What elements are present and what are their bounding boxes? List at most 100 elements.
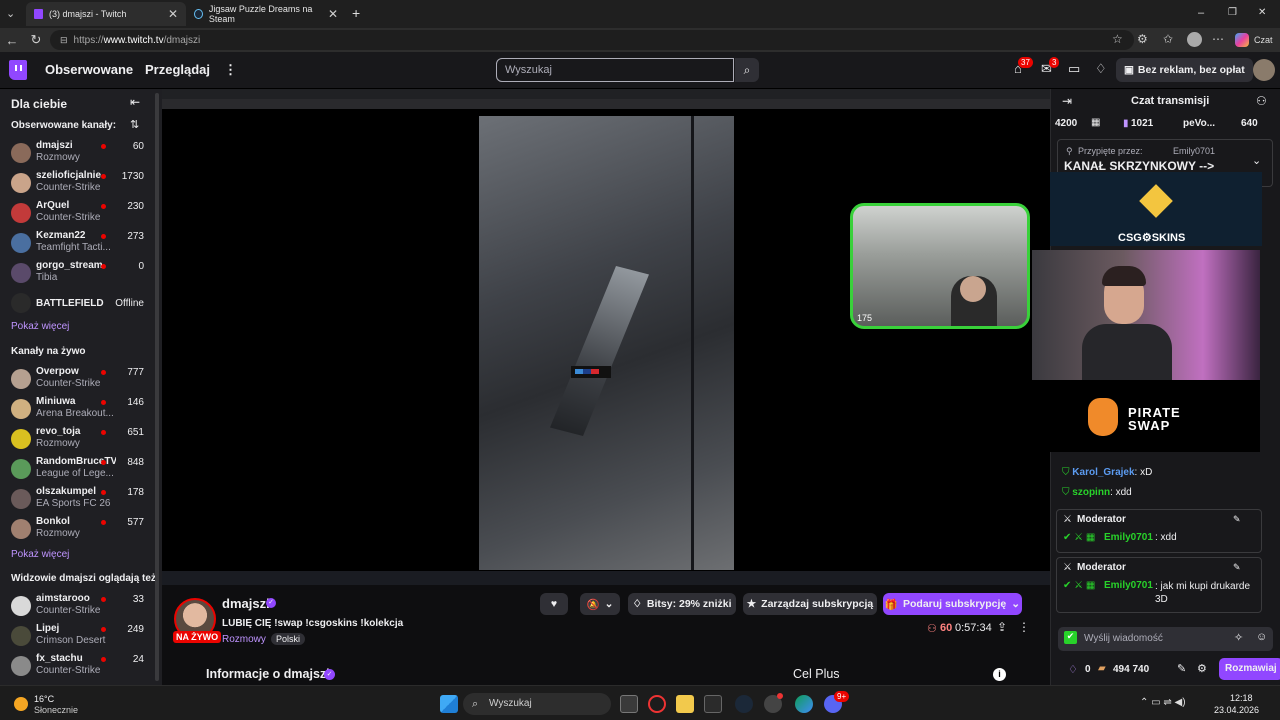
chat-input[interactable]: ✔ Wyślij wiadomość ✧ ☺	[1058, 627, 1273, 651]
search-input[interactable]: Wyszukaj	[496, 58, 734, 82]
close-tab-icon[interactable]: ✕	[328, 7, 338, 21]
notification-button[interactable]: 🔕 ⌄	[580, 593, 620, 615]
gift-icon: 🎁	[884, 598, 898, 611]
close-window-button[interactable]: ✕	[1258, 7, 1266, 18]
sidebar-channel[interactable]: Lipej Crimson Desert 249	[0, 622, 162, 652]
chat-username[interactable]: szopinn	[1072, 487, 1110, 498]
store-icon[interactable]	[704, 695, 722, 713]
chat-message: ⛉ Karol_Grajek: xD	[1062, 467, 1152, 478]
opera-icon[interactable]	[648, 695, 666, 713]
sidebar-channel[interactable]: BATTLEFIELD Offline	[0, 289, 162, 319]
pen-icon[interactable]: ✎	[1177, 662, 1186, 675]
streamer-name[interactable]: dmajszi	[222, 596, 270, 611]
show-more-live[interactable]: Pokaż więcej	[11, 549, 69, 560]
collapse-sidebar-icon[interactable]: ⇤	[130, 95, 140, 109]
sidebar-channel[interactable]: aimstarooo Counter-Strike 33	[0, 592, 162, 622]
car-photo	[479, 116, 734, 570]
language-tag[interactable]: Polski	[271, 633, 306, 645]
sidebar-channel[interactable]: olszakumpel EA Sports FC 26 178	[0, 485, 162, 515]
edge-icon[interactable]	[795, 695, 813, 713]
close-tab-icon[interactable]: ✕	[168, 7, 178, 21]
nav-followed[interactable]: Obserwowane	[45, 62, 133, 77]
url-field[interactable]: ⊟ https://www.twitch.tv/dmajszi	[50, 30, 1134, 50]
copilot-label[interactable]: Czat	[1254, 35, 1273, 45]
site-info-icon[interactable]: ⊟	[60, 35, 68, 46]
chat-send-button[interactable]: Rozmawiaj	[1219, 658, 1280, 680]
task-view-icon[interactable]	[620, 695, 638, 713]
search-button[interactable]: ⌕	[735, 58, 759, 82]
sidebar-channel[interactable]: szelioficjalnie Counter-Strike 1730	[0, 169, 162, 199]
weather-sun-icon[interactable]	[14, 697, 28, 711]
back-icon[interactable]: ←	[0, 33, 24, 48]
user-avatar[interactable]	[1253, 59, 1275, 81]
menu-dots-icon[interactable]: ⋯	[1212, 32, 1224, 46]
sidebar-scrollbar[interactable]	[155, 93, 159, 681]
twitch-logo-icon[interactable]	[9, 60, 27, 80]
bitsy-button[interactable]: ♢ Bitsy: 29% zniżki	[628, 593, 736, 615]
sidebar-channel[interactable]: Miniuwa Arena Breakout... 146	[0, 395, 162, 425]
emoji-icon[interactable]: ☺	[1256, 631, 1267, 643]
channel-category: League of Lege...	[36, 468, 114, 479]
messages-icon[interactable]: ▭	[1068, 61, 1080, 77]
tv-icon: ▣	[1124, 64, 1134, 76]
minimize-button[interactable]: –	[1198, 7, 1204, 19]
tray-icons[interactable]: ⌃ ▭ ⇌ ◀)	[1140, 697, 1186, 708]
gift-sub-button[interactable]: 🎁 Podaruj subskrypcję ⌄	[883, 593, 1022, 615]
steam-icon[interactable]	[735, 695, 753, 713]
settings-icon[interactable]: ⚙	[1197, 662, 1207, 675]
no-ads-button[interactable]: ▣ Bez reklam, bez opłat	[1116, 58, 1253, 82]
more-options-icon[interactable]: ⋮	[1018, 620, 1030, 634]
taskbar-search[interactable]: ⌕ Wyszukaj	[463, 693, 611, 715]
nav-more-icon[interactable]: ⋮	[224, 62, 237, 78]
tab-steam[interactable]: Jigsaw Puzzle Dreams na Steam ✕	[186, 2, 346, 26]
channel-category: Teamfight Tacti...	[36, 242, 111, 253]
stream-category[interactable]: Rozmowy	[222, 634, 266, 645]
sidebar-channel[interactable]: fx_stachu Counter-Strike 24	[0, 652, 162, 682]
mod-actions-icon[interactable]: ✎	[1233, 562, 1241, 573]
leaderboard-value: 1021	[1131, 118, 1154, 129]
manage-sub-button[interactable]: ★ Zarządzaj subskrypcją	[743, 593, 877, 615]
bits-icon[interactable]: ♢	[1068, 663, 1078, 676]
extensions-icon[interactable]: ⚙	[1137, 32, 1148, 46]
chat-username[interactable]: Karol_Grajek	[1072, 467, 1134, 478]
start-windows-icon[interactable]	[440, 695, 458, 713]
mod-actions-icon[interactable]: ✎	[1233, 514, 1241, 525]
file-explorer-icon[interactable]	[676, 695, 694, 713]
show-more-followed[interactable]: Pokaż więcej	[11, 321, 69, 332]
sort-icon[interactable]: ⇅	[130, 118, 139, 131]
collapse-chat-icon[interactable]: ⇥	[1062, 94, 1072, 108]
users-icon[interactable]: ⚇	[1256, 94, 1267, 108]
sidebar-channel[interactable]: Kezman22 Teamfight Tacti... 273	[0, 229, 162, 259]
sidebar-channel[interactable]: RandomBruceTV League of Lege... 848	[0, 455, 162, 485]
chevron-down-icon[interactable]: ⌄	[1252, 154, 1261, 167]
video-player[interactable]: 175	[162, 89, 1050, 585]
wand-icon[interactable]: ✧	[1234, 631, 1243, 644]
follow-heart-button[interactable]: ♥	[540, 593, 568, 615]
nav-browse[interactable]: Przeglądaj	[145, 62, 210, 77]
info-icon[interactable]: i	[993, 668, 1006, 681]
channel-avatar	[11, 596, 31, 616]
sidebar-channel[interactable]: dmajszi Rozmowy 60	[0, 139, 162, 169]
sidebar-channel[interactable]: Overpow Counter-Strike 777	[0, 365, 162, 395]
reload-icon[interactable]: ↻	[24, 32, 48, 48]
chat-username[interactable]: Emily0701	[1104, 532, 1153, 543]
crown-icon[interactable]: ♢	[1095, 61, 1107, 77]
viewer-count: 24	[132, 654, 144, 665]
profile-avatar[interactable]	[1187, 32, 1202, 47]
copilot-icon[interactable]	[1235, 33, 1249, 47]
sidebar-channel[interactable]: revo_toja Rozmowy 651	[0, 425, 162, 455]
tab-twitch[interactable]: (3) dmajszi - Twitch ✕	[26, 2, 186, 26]
sidebar-channel[interactable]: ArQuel Counter-Strike 230	[0, 199, 162, 229]
restore-button[interactable]: ❐	[1228, 7, 1237, 18]
tab-list-icon[interactable]: ⌄	[6, 7, 15, 20]
points-icon[interactable]: ▰	[1098, 663, 1106, 674]
favorite-star-icon[interactable]: ☆	[1112, 32, 1123, 46]
sidebar-channel[interactable]: gorgo_stream Tibia 0	[0, 259, 162, 289]
new-tab-button[interactable]: +	[352, 5, 360, 21]
favorites-icon[interactable]: ✩	[1163, 32, 1173, 46]
clock-date: 23.04.2026	[1214, 705, 1260, 715]
sidebar-channel[interactable]: Bonkol Rozmowy 577	[0, 515, 162, 545]
share-icon[interactable]: ⇪	[997, 620, 1007, 634]
chat-username[interactable]: Emily0701	[1104, 580, 1153, 591]
channel-avatar	[11, 203, 31, 223]
